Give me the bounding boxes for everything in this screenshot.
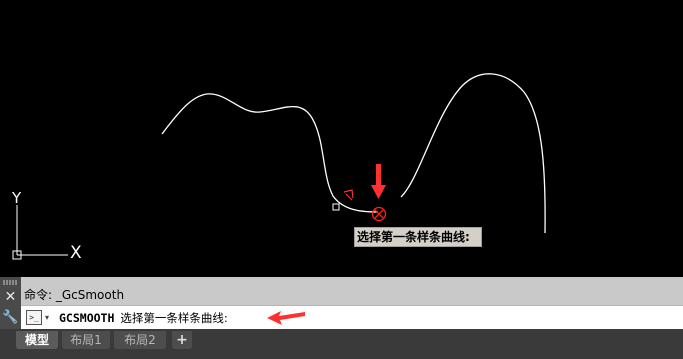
command-history: 命令: _GcSmooth <box>24 288 125 302</box>
layout-tab-bar: 模型 布局1 布局2 + <box>0 329 683 359</box>
pick-point-marker-icon <box>371 206 387 222</box>
terminal-prompt-icon[interactable]: >_ <box>26 310 42 325</box>
input-tooltip: 选择第一条样条曲线: <box>354 227 482 247</box>
dropdown-arrow-icon[interactable]: ▾ <box>45 311 49 325</box>
ucs-axes-icon <box>12 205 68 260</box>
drawing-viewport[interactable]: X Y 选择第一条样条曲线: <box>0 0 683 277</box>
tab-layout1[interactable]: 布局1 <box>62 331 110 349</box>
command-input[interactable]: >_ ▾ GCSMOOTH 选择第一条样条曲线: <box>21 305 683 329</box>
command-prompt: GCSMOOTH 选择第一条样条曲线: <box>59 310 228 326</box>
spline-curve-1[interactable] <box>161 93 379 213</box>
tab-layout2[interactable]: 布局2 <box>114 331 166 349</box>
tab-model[interactable]: 模型 <box>16 331 58 349</box>
add-tab-button[interactable]: + <box>172 331 192 349</box>
command-name: GCSMOOTH <box>59 311 115 325</box>
annotation-arrow-icon <box>371 164 386 199</box>
command-prompt-text: 选择第一条样条曲线: <box>120 311 228 325</box>
ucs-x-label: X <box>70 243 82 263</box>
command-panel: ✕ 🔧 命令: _GcSmooth >_ ▾ GCSMOOTH 选择第一条样条曲线… <box>0 277 683 329</box>
close-icon[interactable]: ✕ <box>0 288 21 306</box>
wrench-icon[interactable]: 🔧 <box>0 308 21 328</box>
cursor-marker-icon <box>343 189 354 201</box>
ucs-y-label: Y <box>11 189 22 207</box>
spline-curve-2[interactable] <box>400 73 546 234</box>
annotation-arrow-left-icon <box>267 311 305 325</box>
drawing-canvas[interactable]: X Y <box>0 0 683 277</box>
command-panel-grip[interactable]: ✕ 🔧 <box>0 277 21 329</box>
grip-point[interactable] <box>332 203 340 211</box>
grip-handle[interactable] <box>3 280 18 285</box>
